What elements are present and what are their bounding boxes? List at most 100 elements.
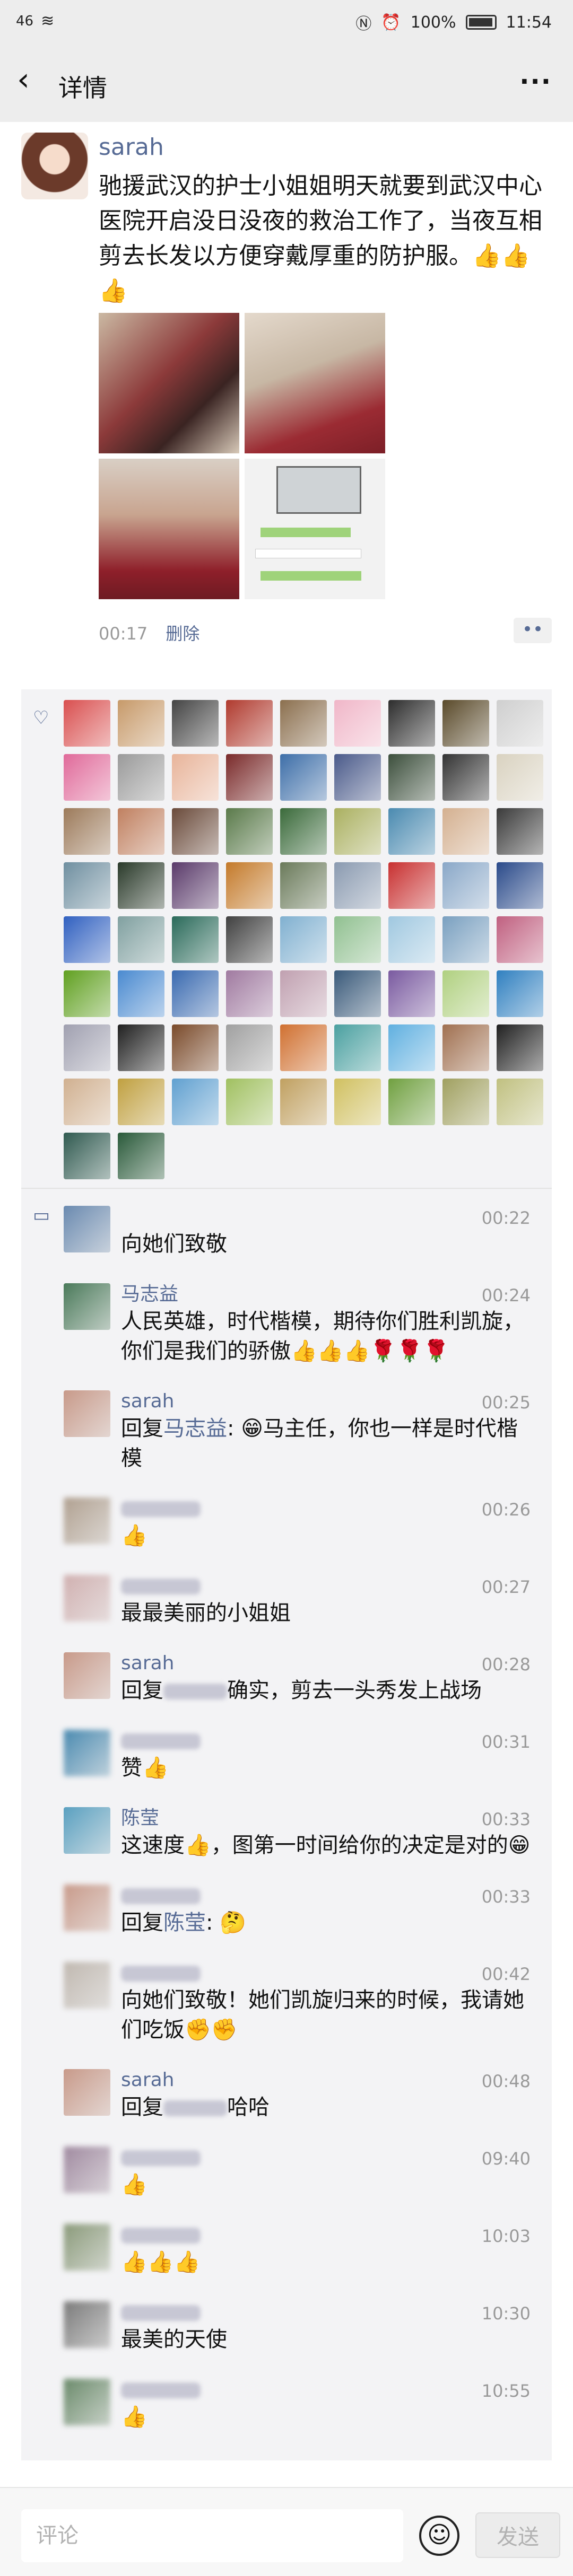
like-avatar[interactable] <box>280 916 327 963</box>
like-avatar[interactable] <box>388 754 435 801</box>
delete-link[interactable]: 删除 <box>166 624 199 644</box>
like-avatar[interactable] <box>226 754 273 801</box>
commenter-name[interactable] <box>121 1574 531 1598</box>
comment-row[interactable]: 00:33 回复陈莹: 🤔 <box>21 1873 552 1950</box>
like-avatar[interactable] <box>442 1079 489 1125</box>
comment-row[interactable]: 10:03 👍👍👍 <box>21 2212 552 2290</box>
like-avatar[interactable] <box>172 1079 219 1125</box>
like-avatar[interactable] <box>497 970 543 1017</box>
chevron-left-icon[interactable]: ‹ <box>17 64 30 95</box>
like-avatar[interactable] <box>280 970 327 1017</box>
like-avatar[interactable] <box>118 808 164 855</box>
like-avatar[interactable] <box>118 700 164 747</box>
like-avatar[interactable] <box>334 1079 381 1125</box>
like-avatar[interactable] <box>118 1079 164 1125</box>
commenter-avatar[interactable] <box>64 1390 110 1437</box>
commenter-avatar[interactable] <box>64 1730 110 1776</box>
commenter-avatar[interactable] <box>64 2379 110 2425</box>
like-avatar[interactable] <box>334 862 381 909</box>
like-avatar[interactable] <box>442 754 489 801</box>
like-avatar[interactable] <box>388 916 435 963</box>
comment-row[interactable]: 马志益 00:24 人民英雄，时代楷模，期待你们胜利凯旋，你们是我们的骄傲👍👍👍🌹🌹… <box>21 1272 552 1379</box>
like-avatar[interactable] <box>226 1024 273 1071</box>
like-avatar[interactable] <box>334 808 381 855</box>
commenter-name[interactable] <box>121 1496 531 1521</box>
commenter-avatar[interactable] <box>64 2069 110 2116</box>
commenter-avatar[interactable] <box>64 2301 110 2348</box>
like-avatar[interactable] <box>172 916 219 963</box>
comment-row[interactable]: 00:26 👍 <box>21 1486 552 1563</box>
comment-row[interactable]: 00:31 赞👍 <box>21 1718 552 1795</box>
comment-row[interactable]: 09:40 👍 <box>21 2135 552 2212</box>
like-avatar[interactable] <box>64 754 110 801</box>
like-avatar[interactable] <box>388 1024 435 1071</box>
commenter-avatar[interactable] <box>64 1807 110 1854</box>
comment-row[interactable]: 00:22 向她们致敬 <box>21 1194 552 1272</box>
commenter-name[interactable] <box>121 2223 531 2247</box>
like-avatar[interactable] <box>280 862 327 909</box>
like-avatar[interactable] <box>226 1079 273 1125</box>
like-avatar[interactable] <box>64 916 110 963</box>
commenter-avatar[interactable] <box>64 1885 110 1931</box>
like-avatar[interactable] <box>334 700 381 747</box>
commenter-avatar[interactable] <box>64 1962 110 2009</box>
commenter-avatar[interactable] <box>64 1652 110 1699</box>
like-avatar[interactable] <box>388 808 435 855</box>
like-avatar[interactable] <box>64 700 110 747</box>
emoji-icon[interactable]: ☺ <box>419 2516 459 2556</box>
post-photo[interactable] <box>99 313 239 453</box>
comment-row[interactable]: 00:42 向她们致敬！她们凯旋归来的时候，我请她们吃饭✊✊ <box>21 1950 552 2057</box>
like-avatar[interactable] <box>280 754 327 801</box>
reply-target[interactable] <box>163 1678 227 1703</box>
like-avatar[interactable] <box>280 1024 327 1071</box>
like-avatar[interactable] <box>388 970 435 1017</box>
like-avatar[interactable] <box>497 862 543 909</box>
like-avatar[interactable] <box>118 754 164 801</box>
commenter-name[interactable] <box>121 2300 531 2325</box>
like-avatar[interactable] <box>334 970 381 1017</box>
commenter-name[interactable] <box>121 2378 531 2402</box>
reply-target[interactable]: 陈莹 <box>163 1911 206 1935</box>
like-avatar[interactable] <box>497 808 543 855</box>
like-avatar[interactable] <box>118 1133 164 1179</box>
commenter-avatar[interactable] <box>64 1575 110 1622</box>
post-photo[interactable] <box>245 459 385 599</box>
commenter-name[interactable]: sarah <box>121 1389 531 1414</box>
like-avatar[interactable] <box>497 916 543 963</box>
like-avatar[interactable] <box>388 700 435 747</box>
comment-toggle-button[interactable]: •• <box>514 618 552 643</box>
commenter-name[interactable]: sarah <box>121 2068 531 2092</box>
like-avatar[interactable] <box>226 808 273 855</box>
like-avatar[interactable] <box>497 700 543 747</box>
like-avatar[interactable] <box>442 1024 489 1071</box>
like-avatar[interactable] <box>226 916 273 963</box>
like-avatar[interactable] <box>280 700 327 747</box>
comment-row[interactable]: sarah 00:28 回复 确实，剪去一头秀发上战场 <box>21 1641 552 1718</box>
like-avatar[interactable] <box>118 970 164 1017</box>
like-avatar[interactable] <box>334 754 381 801</box>
comment-row[interactable]: 10:55 👍 <box>21 2367 552 2444</box>
commenter-name[interactable] <box>121 1205 531 1229</box>
like-avatar[interactable] <box>118 916 164 963</box>
like-avatar[interactable] <box>226 700 273 747</box>
like-avatar[interactable] <box>388 1079 435 1125</box>
like-avatar[interactable] <box>388 862 435 909</box>
like-avatar[interactable] <box>497 1079 543 1125</box>
comment-input[interactable] <box>21 2509 403 2562</box>
commenter-name[interactable]: 陈莹 <box>121 1806 531 1830</box>
comment-row[interactable]: 10:30 最美的天使 <box>21 2290 552 2367</box>
more-dots-icon[interactable]: ··· <box>519 67 552 97</box>
like-avatar[interactable] <box>64 970 110 1017</box>
author-name[interactable]: sarah <box>99 134 164 161</box>
like-avatar[interactable] <box>172 1024 219 1071</box>
comment-row[interactable]: 00:27 最最美丽的小姐姐 <box>21 1563 552 1641</box>
like-avatar[interactable] <box>497 754 543 801</box>
post-photo[interactable] <box>245 313 385 453</box>
like-avatar[interactable] <box>442 916 489 963</box>
commenter-avatar[interactable] <box>64 2224 110 2271</box>
like-avatar[interactable] <box>226 970 273 1017</box>
like-avatar[interactable] <box>334 1024 381 1071</box>
like-avatar[interactable] <box>172 700 219 747</box>
commenter-name[interactable] <box>121 2145 531 2170</box>
commenter-avatar[interactable] <box>64 1497 110 1544</box>
